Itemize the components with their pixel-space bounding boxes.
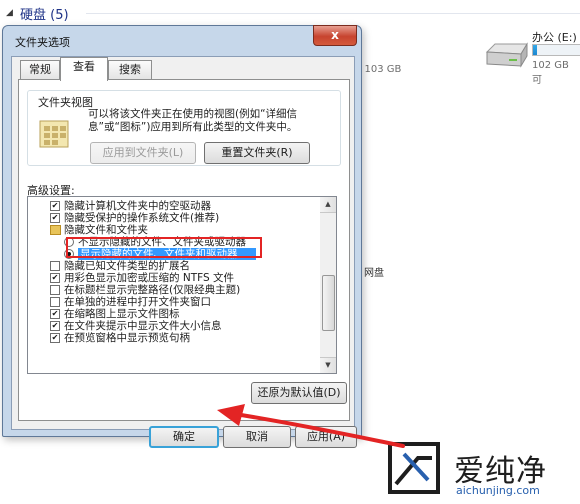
setting-label: 在标题栏显示完整路径(仅限经典主题) [64,284,241,296]
drive-section-title: 硬盘 (5) [20,8,69,23]
setting-label: 隐藏已知文件类型的扩展名 [64,260,190,272]
folder-view-icon [39,120,69,148]
scroll-down-icon[interactable]: ▼ [320,357,336,373]
close-icon: x [331,28,339,42]
scroll-up-icon[interactable]: ▲ [320,197,336,213]
scroll-thumb[interactable] [322,275,335,331]
ok-button[interactable]: 确定 [149,426,219,448]
dialog-title: 文件夹选项 [15,36,70,49]
folder-views-description: 可以将该文件夹正在使用的视图(例如“详细信息”或“图标”)应用到所有此类型的文件… [88,108,298,133]
setting-label: 用彩色显示加密或压缩的 NTFS 文件 [64,272,234,284]
dialog-titlebar[interactable]: 文件夹选项 x [3,25,361,54]
setting-checkbox[interactable]: ✔ [50,273,60,283]
drive-e-capacity: 102 GB 可 [532,60,569,86]
setting-label: 在缩略图上显示文件图标 [64,308,180,320]
setting-checkbox[interactable]: ✔ [50,201,60,211]
tab-view[interactable]: 查看 [60,57,108,81]
annotation-arrow-icon [217,404,405,448]
reset-folders-button[interactable]: 重置文件夹(R) [204,142,310,164]
section-divider [86,13,580,14]
close-button[interactable]: x [313,25,357,46]
hard-drive-icon[interactable] [483,40,529,70]
setting-checkbox[interactable] [50,285,60,295]
folder-views-legend: 文件夹视图 [36,94,95,110]
setting-checkbox[interactable] [50,261,60,271]
drive-e-usage-bar [532,44,580,56]
tab-search[interactable]: 搜索 [108,60,152,80]
folder-options-dialog: 文件夹选项 x 常规 查看 搜索 文件夹视图 可以将该文件夹正在使用的视图(例如… [2,25,362,448]
setting-checkbox[interactable]: ✔ [50,333,60,343]
setting-checkbox[interactable]: ✔ [50,213,60,223]
drive-section-header[interactable]: ◢ 硬盘 (5) [0,0,580,26]
annotation-highlight-box [66,237,262,258]
setting-label: 在单独的进程中打开文件夹窗口 [64,296,211,308]
setting-label: 隐藏计算机文件夹中的空驱动器 [64,200,211,212]
setting-label: 在预览窗格中显示预览句柄 [64,332,190,344]
tab-general[interactable]: 常规 [20,60,60,80]
setting-checkbox[interactable]: ✔ [50,309,60,319]
advanced-settings-list[interactable]: ✔ 隐藏计算机文件夹中的空驱动器 ✔ 隐藏受保护的操作系统文件(推荐) 隐藏文件和文件夹… [27,196,321,374]
setting-checkbox[interactable]: ✔ [50,321,60,331]
collapse-triangle-icon[interactable]: ◢ [6,8,13,18]
settings-scrollbar[interactable]: ▲ ▼ [320,196,337,374]
drive-e-label[interactable]: 办公 (E:) [532,29,577,45]
apply-to-folders-button[interactable]: 应用到文件夹(L) [90,142,196,164]
netdisk-label[interactable]: 网盘 [364,264,384,279]
setting-label: 隐藏受保护的操作系统文件(推荐) [64,212,220,224]
folder-views-group: 文件夹视图 可以将该文件夹正在使用的视图(例如“详细信息”或“图标”)应用到所有… [27,90,341,166]
watermark-url: aichunjing.com [456,484,540,497]
setting-label: 在文件夹提示中显示文件大小信息 [64,320,222,332]
folder-icon [50,225,61,235]
setting-checkbox[interactable] [50,297,60,307]
setting-label: 隐藏文件和文件夹 [64,224,148,236]
